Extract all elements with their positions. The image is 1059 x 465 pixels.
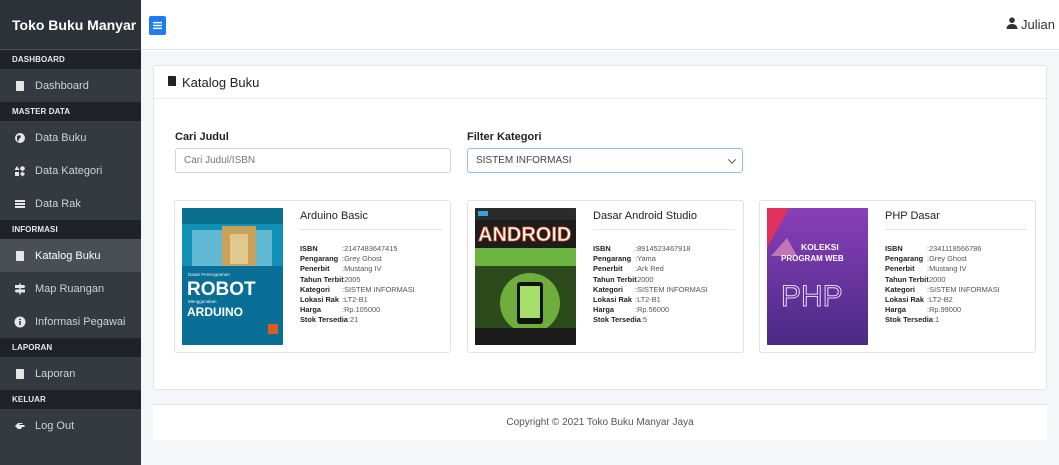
book-title[interactable]: Arduino Basic [300, 210, 368, 222]
svg-text:KOLEKSI: KOLEKSI [801, 242, 839, 252]
book-title[interactable]: PHP Dasar [885, 210, 940, 222]
svg-text:Menggunakan: Menggunakan [188, 299, 217, 304]
book-details: ISBN:2147483647415 Pengarang:Grey Ghost … [300, 244, 415, 325]
book-cover-image: ANDROID [475, 208, 576, 345]
book-icon [166, 75, 182, 90]
sidebar: Toko Buku Manyar DASHBOARD Dashboard MAS… [0, 0, 141, 465]
sidebar-item-informasi-pegawai[interactable]: Informasi Pegawai [0, 305, 141, 338]
android-cover-art: ANDROID [475, 208, 576, 345]
sidebar-item-label: Data Kategori [35, 164, 103, 177]
sidebar-item-label: Dashboard [35, 79, 89, 92]
svg-text:PROGRAM WEB: PROGRAM WEB [781, 254, 844, 263]
sidebar-item-map-ruangan[interactable]: Map Ruangan [0, 272, 141, 305]
signs-icon [14, 283, 26, 295]
filter-label: Filter Kategori [467, 131, 542, 143]
search-label: Cari Judul [175, 131, 229, 143]
section-dashboard: DASHBOARD [0, 50, 141, 69]
menu-icon [153, 19, 162, 33]
sidebar-item-data-buku[interactable]: Data Buku [0, 121, 141, 154]
sidebar-item-log-out[interactable]: Log Out [0, 409, 141, 442]
sidebar-item-label: Informasi Pegawai [35, 315, 126, 328]
sidebar-toggle-button[interactable] [149, 16, 166, 35]
svg-text:Dasar Pemrograman: Dasar Pemrograman [188, 272, 230, 277]
svg-text:ROBOT: ROBOT [187, 279, 256, 300]
sidebar-item-laporan[interactable]: Laporan [0, 357, 141, 390]
chevron-down-icon [728, 157, 736, 165]
svg-text:ANDROID: ANDROID [478, 224, 571, 246]
book-details: ISBN:8914523467918 Pengarang:Yama Penerb… [593, 244, 708, 325]
info-icon [14, 316, 26, 328]
divider [593, 229, 735, 230]
section-master-data: MASTER DATA [0, 102, 141, 121]
sidebar-item-data-kategori[interactable]: Data Kategori [0, 154, 141, 187]
section-keluar: KELUAR [0, 390, 141, 409]
footer: Copyright © 2021 Toko Buku Manyar Jaya [153, 404, 1047, 440]
page-title: Katalog Buku [182, 74, 260, 90]
section-laporan: LAPORAN [0, 338, 141, 357]
globe-icon [14, 132, 26, 144]
sidebar-item-dashboard[interactable]: Dashboard [0, 69, 141, 102]
sidebar-item-label: Katalog Buku [35, 249, 101, 262]
sidebar-item-label: Laporan [35, 367, 76, 380]
sidebar-item-katalog-buku[interactable]: Katalog Buku [0, 239, 141, 272]
hand-icon [14, 420, 26, 432]
book-details: ISBN:2341118566786 Pengarang:Grey Ghost … [885, 244, 1000, 325]
category-select-value: SISTEM INFORMASI [476, 155, 572, 166]
book-card-php-dasar[interactable]: KOLEKSI PROGRAM WEB PHP PHP Dasar ISBN:2… [759, 200, 1036, 353]
book-title[interactable]: Dasar Android Studio [593, 210, 697, 222]
book-icon [14, 250, 26, 262]
book-card-dasar-android-studio[interactable]: ANDROID Dasar Android Studio ISBN:891452… [467, 200, 744, 353]
divider [300, 229, 442, 230]
main-content: Katalog Buku Cari Judul Filter Kategori … [141, 51, 1059, 465]
book-cover-image: Dasar Pemrograman ROBOT Menggunakan ARDU… [182, 208, 283, 345]
book-icon [14, 368, 26, 380]
arduino-cover-art: Dasar Pemrograman ROBOT Menggunakan ARDU… [182, 208, 283, 345]
card-header: Katalog Buku [154, 66, 1046, 99]
search-input[interactable] [175, 148, 451, 173]
svg-text:ARDUINO: ARDUINO [187, 305, 243, 319]
top-navbar: Julian [141, 0, 1059, 50]
section-informasi: INFORMASI [0, 220, 141, 239]
copyright-text: Copyright © 2021 Toko Buku Manyar Jaya [506, 417, 694, 428]
user-name: Julian [1021, 17, 1055, 32]
user-menu[interactable]: Julian [1006, 17, 1055, 32]
book-icon [14, 80, 26, 92]
shapes-icon [14, 165, 26, 177]
sidebar-item-data-rak[interactable]: Data Rak [0, 187, 141, 220]
book-cover-image: KOLEKSI PROGRAM WEB PHP [767, 208, 868, 345]
brand-title[interactable]: Toko Buku Manyar [0, 0, 141, 50]
book-card-arduino-basic[interactable]: Dasar Pemrograman ROBOT Menggunakan ARDU… [174, 200, 451, 353]
bars-icon [14, 198, 26, 210]
user-icon [1006, 17, 1021, 32]
sidebar-item-label: Data Buku [35, 131, 87, 144]
category-select[interactable]: SISTEM INFORMASI [467, 148, 743, 173]
php-cover-art: KOLEKSI PROGRAM WEB PHP [767, 208, 868, 345]
sidebar-item-label: Map Ruangan [35, 282, 105, 295]
divider [885, 229, 1027, 230]
sidebar-item-label: Data Rak [35, 197, 81, 210]
sidebar-item-label: Log Out [35, 419, 75, 432]
svg-text:PHP: PHP [781, 280, 843, 313]
